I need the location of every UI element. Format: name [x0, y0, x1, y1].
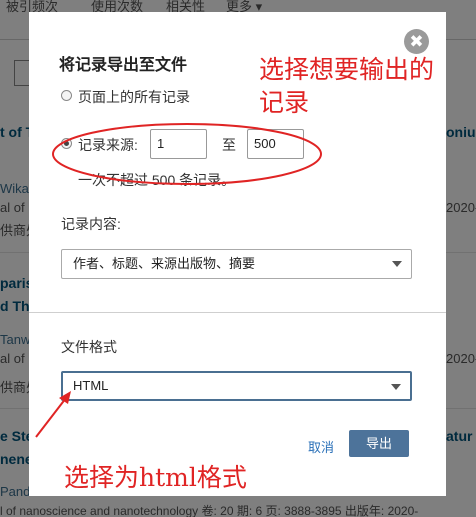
annotation-select-html: 选择为html格式 [64, 463, 247, 492]
annotation-arrow-head [59, 391, 71, 404]
annotation-arrow [35, 397, 67, 438]
range-highlight-ellipse [52, 123, 322, 185]
annotation-select-range: 选择想要输出的 记录 [259, 55, 435, 117]
